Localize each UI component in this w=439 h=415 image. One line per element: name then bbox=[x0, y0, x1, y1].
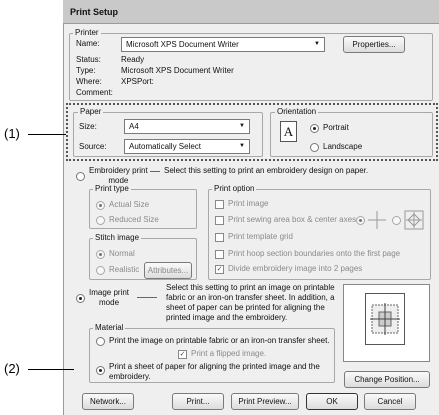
reduced-size-label: Reduced Size bbox=[109, 215, 159, 224]
print-sewing-area-label: Print sewing area box & center axes bbox=[228, 215, 357, 224]
status-label: Status: bbox=[76, 55, 101, 64]
realistic-label: Realistic bbox=[109, 265, 140, 274]
flipped-image-checkbox[interactable]: ✓ bbox=[178, 350, 187, 359]
realistic-radio[interactable] bbox=[96, 266, 105, 275]
paper-group-title: Paper bbox=[78, 107, 104, 116]
dialog-title: Print Setup bbox=[70, 7, 119, 17]
type-label: Type: bbox=[76, 66, 96, 75]
flipped-image-label: Print a flipped image. bbox=[191, 349, 267, 358]
print-option-title: Print option bbox=[212, 184, 257, 193]
divide-embroidery-label: Divide embroidery image into 2 pages bbox=[228, 264, 363, 273]
chevron-down-icon: ▼ bbox=[239, 143, 245, 149]
image-print-separator bbox=[137, 297, 157, 298]
landscape-radio[interactable] bbox=[310, 143, 319, 152]
print-alignment-sheet-label: Print a sheet of paper for aligning the … bbox=[109, 362, 320, 381]
area-box-icon bbox=[404, 210, 424, 230]
material-title: Material bbox=[93, 323, 126, 332]
change-position-button[interactable]: Change Position... bbox=[344, 371, 430, 388]
print-preview-button[interactable]: Print Preview... bbox=[231, 393, 299, 410]
divide-embroidery-checkbox[interactable]: ✓ bbox=[215, 265, 224, 274]
print-button[interactable]: Print... bbox=[172, 393, 224, 410]
print-type-title: Print type bbox=[93, 184, 131, 193]
callout-1: (1) bbox=[4, 126, 20, 141]
callout-2: (2) bbox=[4, 361, 20, 376]
cancel-button[interactable]: Cancel bbox=[364, 393, 416, 410]
portrait-page-icon: A bbox=[280, 121, 297, 142]
normal-radio[interactable] bbox=[96, 250, 105, 259]
embroidery-description: Select this setting to print an embroide… bbox=[164, 166, 369, 175]
chevron-down-icon: ▼ bbox=[239, 123, 245, 129]
comment-label: Comment: bbox=[76, 88, 113, 97]
print-image-label: Print image bbox=[228, 199, 269, 208]
embroidery-separator bbox=[150, 171, 160, 172]
print-on-fabric-radio[interactable] bbox=[96, 337, 105, 346]
paper-size-select[interactable]: A4 ▼ bbox=[124, 119, 250, 134]
printer-group-title: Printer bbox=[73, 28, 101, 37]
print-template-grid-label: Print template grid bbox=[228, 232, 293, 241]
normal-label: Normal bbox=[109, 249, 135, 258]
image-print-mode-label: Image print mode bbox=[89, 288, 130, 307]
print-hoop-section-checkbox[interactable] bbox=[215, 250, 224, 259]
printer-name-value: Microsoft XPS Document Writer bbox=[126, 40, 239, 49]
where-value: XPSPort: bbox=[121, 77, 154, 86]
center-axes-cross-icon bbox=[368, 211, 386, 229]
center-axes-radio[interactable] bbox=[356, 216, 365, 225]
paper-source-value: Automatically Select bbox=[129, 142, 202, 151]
print-template-grid-checkbox[interactable] bbox=[215, 233, 224, 242]
print-image-checkbox[interactable] bbox=[215, 200, 224, 209]
orientation-group-title: Orientation bbox=[275, 107, 319, 116]
paper-size-value: A4 bbox=[129, 122, 139, 131]
title-bar bbox=[63, 0, 439, 24]
portrait-radio[interactable] bbox=[310, 124, 319, 133]
paper-size-label: Size: bbox=[79, 122, 97, 131]
page-icon-letter: A bbox=[283, 124, 294, 139]
paper-source-select[interactable]: Automatically Select ▼ bbox=[124, 139, 250, 154]
properties-button[interactable]: Properties... bbox=[343, 36, 405, 53]
embroidery-print-mode-label: Embroidery print mode bbox=[89, 166, 148, 185]
stitch-image-title: Stitch image bbox=[93, 233, 142, 242]
print-hoop-section-label: Print hoop section boundaries onto the f… bbox=[228, 249, 401, 258]
actual-size-label: Actual Size bbox=[109, 200, 150, 209]
printer-name-select[interactable]: Microsoft XPS Document Writer ▼ bbox=[121, 37, 325, 52]
actual-size-radio[interactable] bbox=[96, 201, 105, 210]
portrait-label: Portrait bbox=[323, 123, 349, 132]
paper-source-label: Source: bbox=[79, 142, 107, 151]
preview-hoop-icon bbox=[370, 303, 400, 335]
type-value: Microsoft XPS Document Writer bbox=[121, 66, 234, 75]
attributes-button[interactable]: Attributes... bbox=[144, 262, 192, 279]
callout-2-line bbox=[28, 369, 74, 370]
printer-name-label: Name: bbox=[76, 39, 100, 48]
callout-1-line bbox=[28, 134, 66, 135]
image-print-description: Select this setting to print an image on… bbox=[166, 283, 335, 322]
embroidery-print-mode-radio[interactable] bbox=[76, 172, 85, 181]
print-sewing-area-checkbox[interactable] bbox=[215, 216, 224, 225]
print-on-fabric-label: Print the image on printable fabric or a… bbox=[109, 336, 330, 345]
ok-button[interactable]: OK bbox=[306, 393, 358, 410]
landscape-label: Landscape bbox=[323, 142, 363, 151]
chevron-down-icon: ▼ bbox=[314, 41, 320, 47]
where-label: Where: bbox=[76, 77, 102, 86]
status-value: Ready bbox=[121, 55, 145, 64]
area-box-radio[interactable] bbox=[392, 216, 401, 225]
reduced-size-radio[interactable] bbox=[96, 216, 105, 225]
image-print-mode-radio[interactable] bbox=[76, 294, 85, 303]
print-alignment-sheet-radio[interactable] bbox=[96, 366, 105, 375]
network-button[interactable]: Network... bbox=[82, 393, 134, 410]
